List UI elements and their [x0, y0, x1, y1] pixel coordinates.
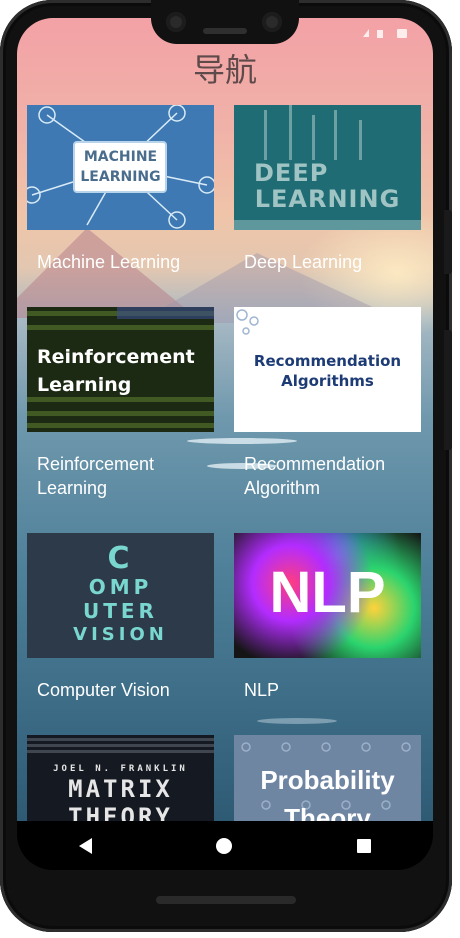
topic-card-machine-learning[interactable]: MACHINE LEARNING Machine Learning: [27, 105, 214, 274]
thumb-line: LEARNING: [254, 185, 401, 213]
computer-vision-thumbnail: C OMP UTER VISION: [27, 533, 214, 658]
volume-button: [444, 330, 452, 450]
status-icons: [355, 24, 415, 38]
recommendation-thumbnail: Recommendation Algorithms: [234, 307, 421, 432]
recent-apps-icon[interactable]: [356, 838, 371, 853]
thumb-line: JOEL N. FRANKLIN: [53, 764, 188, 774]
thumb-line: Recommendation: [253, 352, 402, 370]
topic-card-matrix-theory[interactable]: JOEL N. FRANKLIN MATRIX THEORY: [27, 735, 214, 821]
topic-card-computer-vision[interactable]: C OMP UTER VISION Computer Vision: [27, 533, 214, 702]
deep-learning-thumbnail: DEEP LEARNING: [234, 105, 421, 230]
topic-card-reinforcement-learning[interactable]: Reinforcement Learning Reinforcement Lea…: [27, 307, 214, 500]
thumb-line: MACHINE: [83, 149, 158, 165]
thumb-line: Learning: [37, 374, 132, 396]
matrix-theory-thumbnail: JOEL N. FRANKLIN MATRIX THEORY: [27, 735, 214, 821]
thumb-line: VISION: [73, 624, 168, 645]
front-camera-icon: [262, 12, 282, 32]
thumb-line: OMP: [88, 575, 153, 599]
topic-card-nlp[interactable]: NLP NLP: [234, 533, 421, 702]
camera-notch: [151, 0, 299, 44]
home-icon[interactable]: [216, 837, 233, 854]
power-button: [444, 210, 452, 274]
front-camera-icon: [166, 12, 186, 32]
thumb-line: Theory: [284, 803, 371, 821]
topic-label: Recommendation Algorithm: [244, 454, 386, 498]
probability-theory-thumbnail: Probability Theory: [234, 735, 421, 821]
thumb-line: C: [107, 541, 134, 576]
thumb-line: MATRIX: [68, 775, 173, 803]
topic-card-probability-theory[interactable]: Probability Theory: [234, 735, 421, 821]
thumb-line: Probability: [260, 765, 395, 795]
thumb-line: NLP: [269, 560, 386, 625]
app-content: 导航 MACHINE LEARNING Machine Learning DEE…: [17, 18, 433, 821]
page-title: 导航: [192, 51, 257, 89]
topic-label: NLP: [244, 680, 280, 700]
thumb-line: Reinforcement: [37, 346, 195, 368]
screen: 导航 MACHINE LEARNING Machine Learning DEE…: [17, 18, 433, 870]
back-icon[interactable]: [79, 837, 93, 854]
earpiece-speaker: [203, 28, 247, 34]
thumb-line: THEORY: [68, 803, 173, 821]
machine-learning-thumbnail: MACHINE LEARNING: [27, 105, 214, 230]
topic-label: Machine Learning: [37, 252, 181, 272]
thumb-line: UTER: [83, 599, 158, 623]
thumb-line: LEARNING: [80, 169, 161, 185]
nlp-thumbnail: NLP: [234, 533, 421, 658]
background-whale: [257, 718, 337, 724]
phone-frame: 导航 MACHINE LEARNING Machine Learning DEE…: [0, 0, 452, 932]
topic-label: Deep Learning: [244, 252, 363, 272]
reinforcement-learning-thumbnail: Reinforcement Learning: [27, 307, 214, 432]
topic-card-recommendation-algorithm[interactable]: Recommendation Algorithms Recommendation…: [234, 307, 421, 500]
thumb-line: DEEP: [254, 159, 329, 187]
thumb-line: Algorithms: [281, 372, 374, 390]
system-nav-bar: [17, 821, 433, 870]
bottom-speaker: [156, 896, 296, 904]
topic-label: Reinforcement Learning: [37, 454, 155, 498]
topic-label: Computer Vision: [37, 680, 170, 700]
topic-card-deep-learning[interactable]: DEEP LEARNING Deep Learning: [234, 105, 421, 274]
